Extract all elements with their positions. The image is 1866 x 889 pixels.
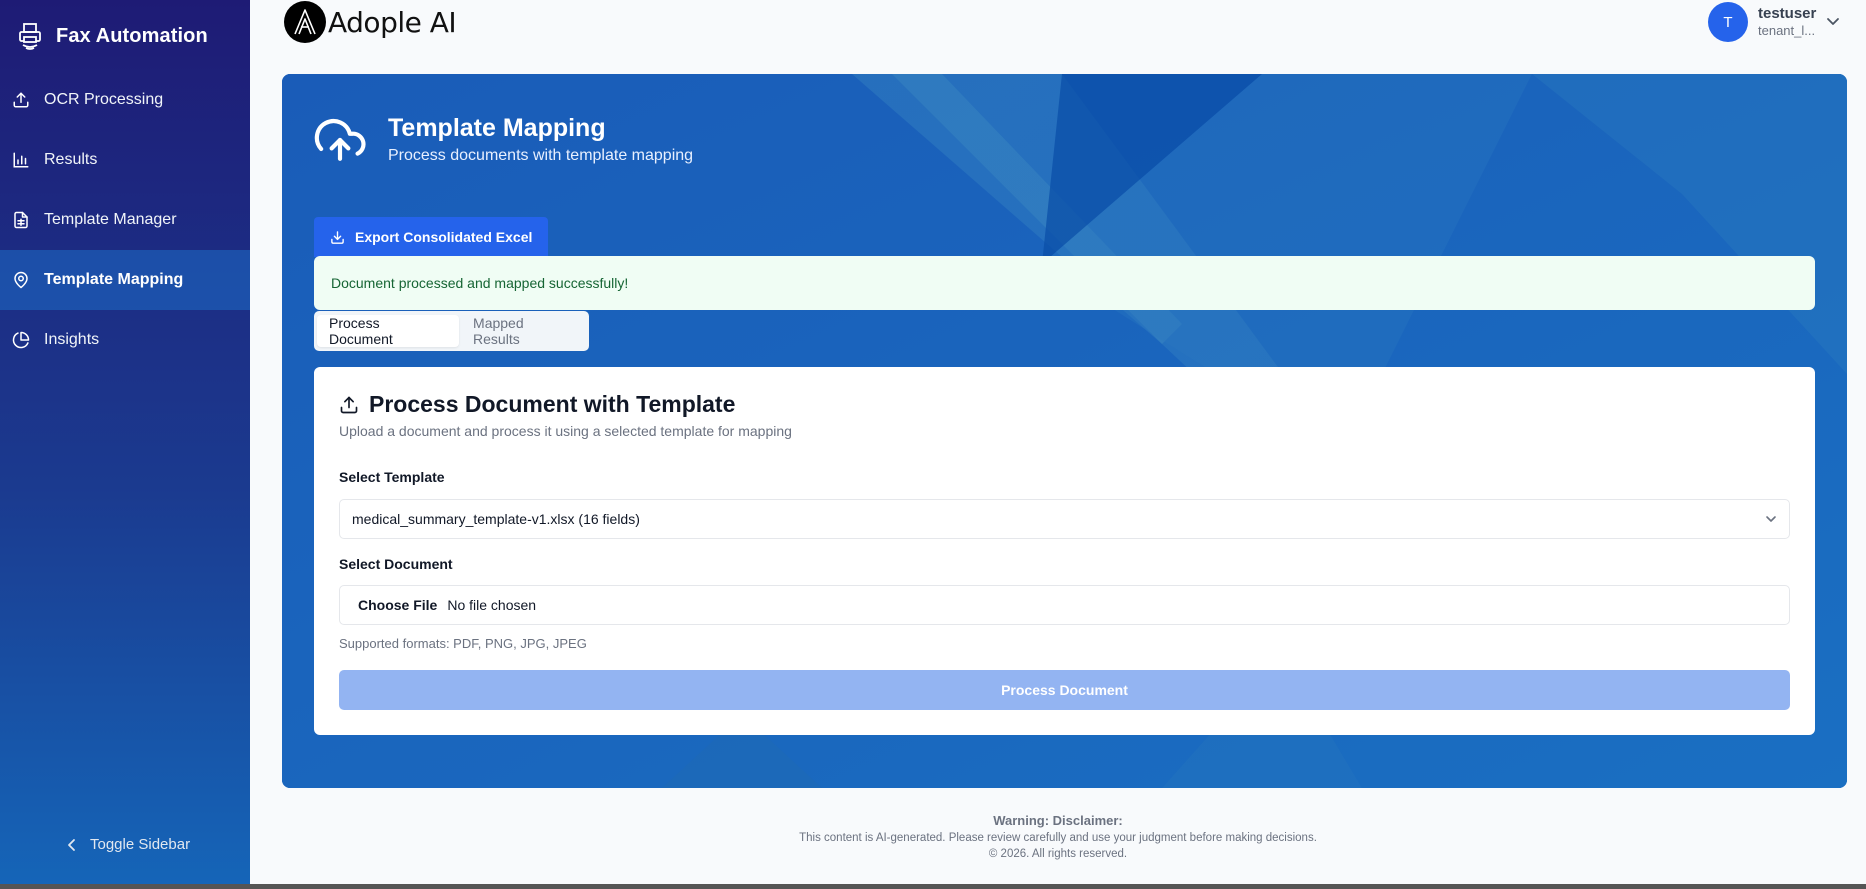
supported-formats: Supported formats: PDF, PNG, JPG, JPEG — [339, 636, 587, 651]
template-select-value: medical_summary_template-v1.xlsx (16 fie… — [352, 511, 640, 527]
disclaimer-text: This content is AI-generated. Please rev… — [799, 832, 1317, 844]
user-tenant: tenant_l... — [1758, 23, 1816, 38]
card-title: Process Document with Template — [339, 391, 735, 418]
template-mapping-panel: Template Mapping Process documents with … — [282, 74, 1847, 788]
export-button-label: Export Consolidated Excel — [355, 229, 533, 245]
chevron-down-icon — [1827, 18, 1840, 25]
sidebar-item-ocr-processing[interactable]: OCR Processing — [0, 70, 250, 130]
sidebar-item-label: OCR Processing — [44, 91, 164, 108]
sidebar-item-label: Template Manager — [44, 211, 177, 228]
sidebar-brand: Fax Automation — [18, 22, 208, 50]
select-document-label: Select Document — [339, 556, 453, 572]
toggle-sidebar-button[interactable]: Toggle Sidebar — [66, 836, 190, 853]
cloud-upload-icon — [314, 118, 366, 161]
map-pin-icon — [14, 271, 28, 289]
export-consolidated-excel-button[interactable]: Export Consolidated Excel — [314, 217, 549, 257]
chevron-down-icon — [1766, 516, 1776, 522]
user-menu[interactable]: T testuser tenant_l... — [1708, 2, 1840, 42]
spreadsheet-icon — [14, 211, 28, 229]
tab-process-document[interactable]: Process Document — [317, 315, 460, 347]
sidebar-item-insights[interactable]: Insights — [0, 310, 250, 370]
user-name: testuser — [1758, 5, 1817, 22]
logo-mark-icon — [284, 1, 326, 43]
process-document-button[interactable]: Process Document — [339, 670, 1790, 710]
sidebar-item-label: Results — [44, 151, 98, 168]
process-document-card: Process Document with Template Upload a … — [314, 367, 1815, 735]
upload-icon — [13, 92, 29, 108]
sidebar-item-results[interactable]: Results — [0, 130, 250, 190]
user-info: testuser tenant_l... — [1758, 5, 1816, 39]
sidebar-item-label: Template Mapping — [44, 271, 184, 288]
sidebar-item-label: Insights — [44, 331, 100, 348]
download-icon — [331, 230, 344, 244]
page-title: Template Mapping — [388, 114, 606, 142]
success-alert: Document processed and mapped successful… — [314, 256, 1815, 310]
sidebar-nav: OCR Processing Results Template Manager … — [0, 70, 250, 370]
page-subtitle: Process documents with template mapping — [388, 147, 694, 164]
choose-file-button[interactable]: Choose File — [358, 597, 437, 613]
sidebar-item-template-manager[interactable]: Template Manager — [0, 190, 250, 250]
document-file-input[interactable]: Choose File No file chosen — [339, 585, 1790, 625]
bar-chart-icon — [13, 152, 29, 168]
disclaimer-heading: Warning: Disclaimer: — [993, 813, 1123, 828]
brand-logo[interactable]: Adople AI — [284, 1, 457, 43]
upload-icon — [340, 396, 358, 413]
toggle-sidebar-label: Toggle Sidebar — [90, 836, 191, 853]
template-select[interactable]: medical_summary_template-v1.xlsx (16 fie… — [339, 499, 1790, 539]
chevron-left-icon — [68, 838, 75, 851]
success-message: Document processed and mapped successful… — [331, 275, 629, 291]
file-status: No file chosen — [447, 597, 537, 613]
card-description: Upload a document and process it using a… — [339, 423, 792, 439]
hero-header: Template Mapping Process documents with … — [314, 114, 693, 165]
fax-printer-icon — [19, 23, 41, 50]
footer: Warning: Disclaimer: This content is AI-… — [250, 813, 1866, 860]
sidebar: Fax Automation OCR Processing Results Te… — [0, 0, 250, 884]
logo-text: Adople AI — [328, 5, 457, 39]
card-title-text: Process Document with Template — [369, 391, 736, 417]
tab-list: Process Document Mapped Results — [314, 311, 589, 351]
select-template-label: Select Template — [339, 469, 445, 485]
avatar: T — [1708, 2, 1748, 42]
tab-mapped-results[interactable]: Mapped Results — [461, 315, 586, 347]
window-bottom-edge — [0, 884, 1866, 889]
pie-chart-icon — [12, 331, 30, 349]
copyright: © 2026. All rights reserved. — [988, 848, 1128, 860]
app-title: Fax Automation — [56, 24, 208, 47]
sidebar-item-template-mapping[interactable]: Template Mapping — [0, 250, 250, 310]
